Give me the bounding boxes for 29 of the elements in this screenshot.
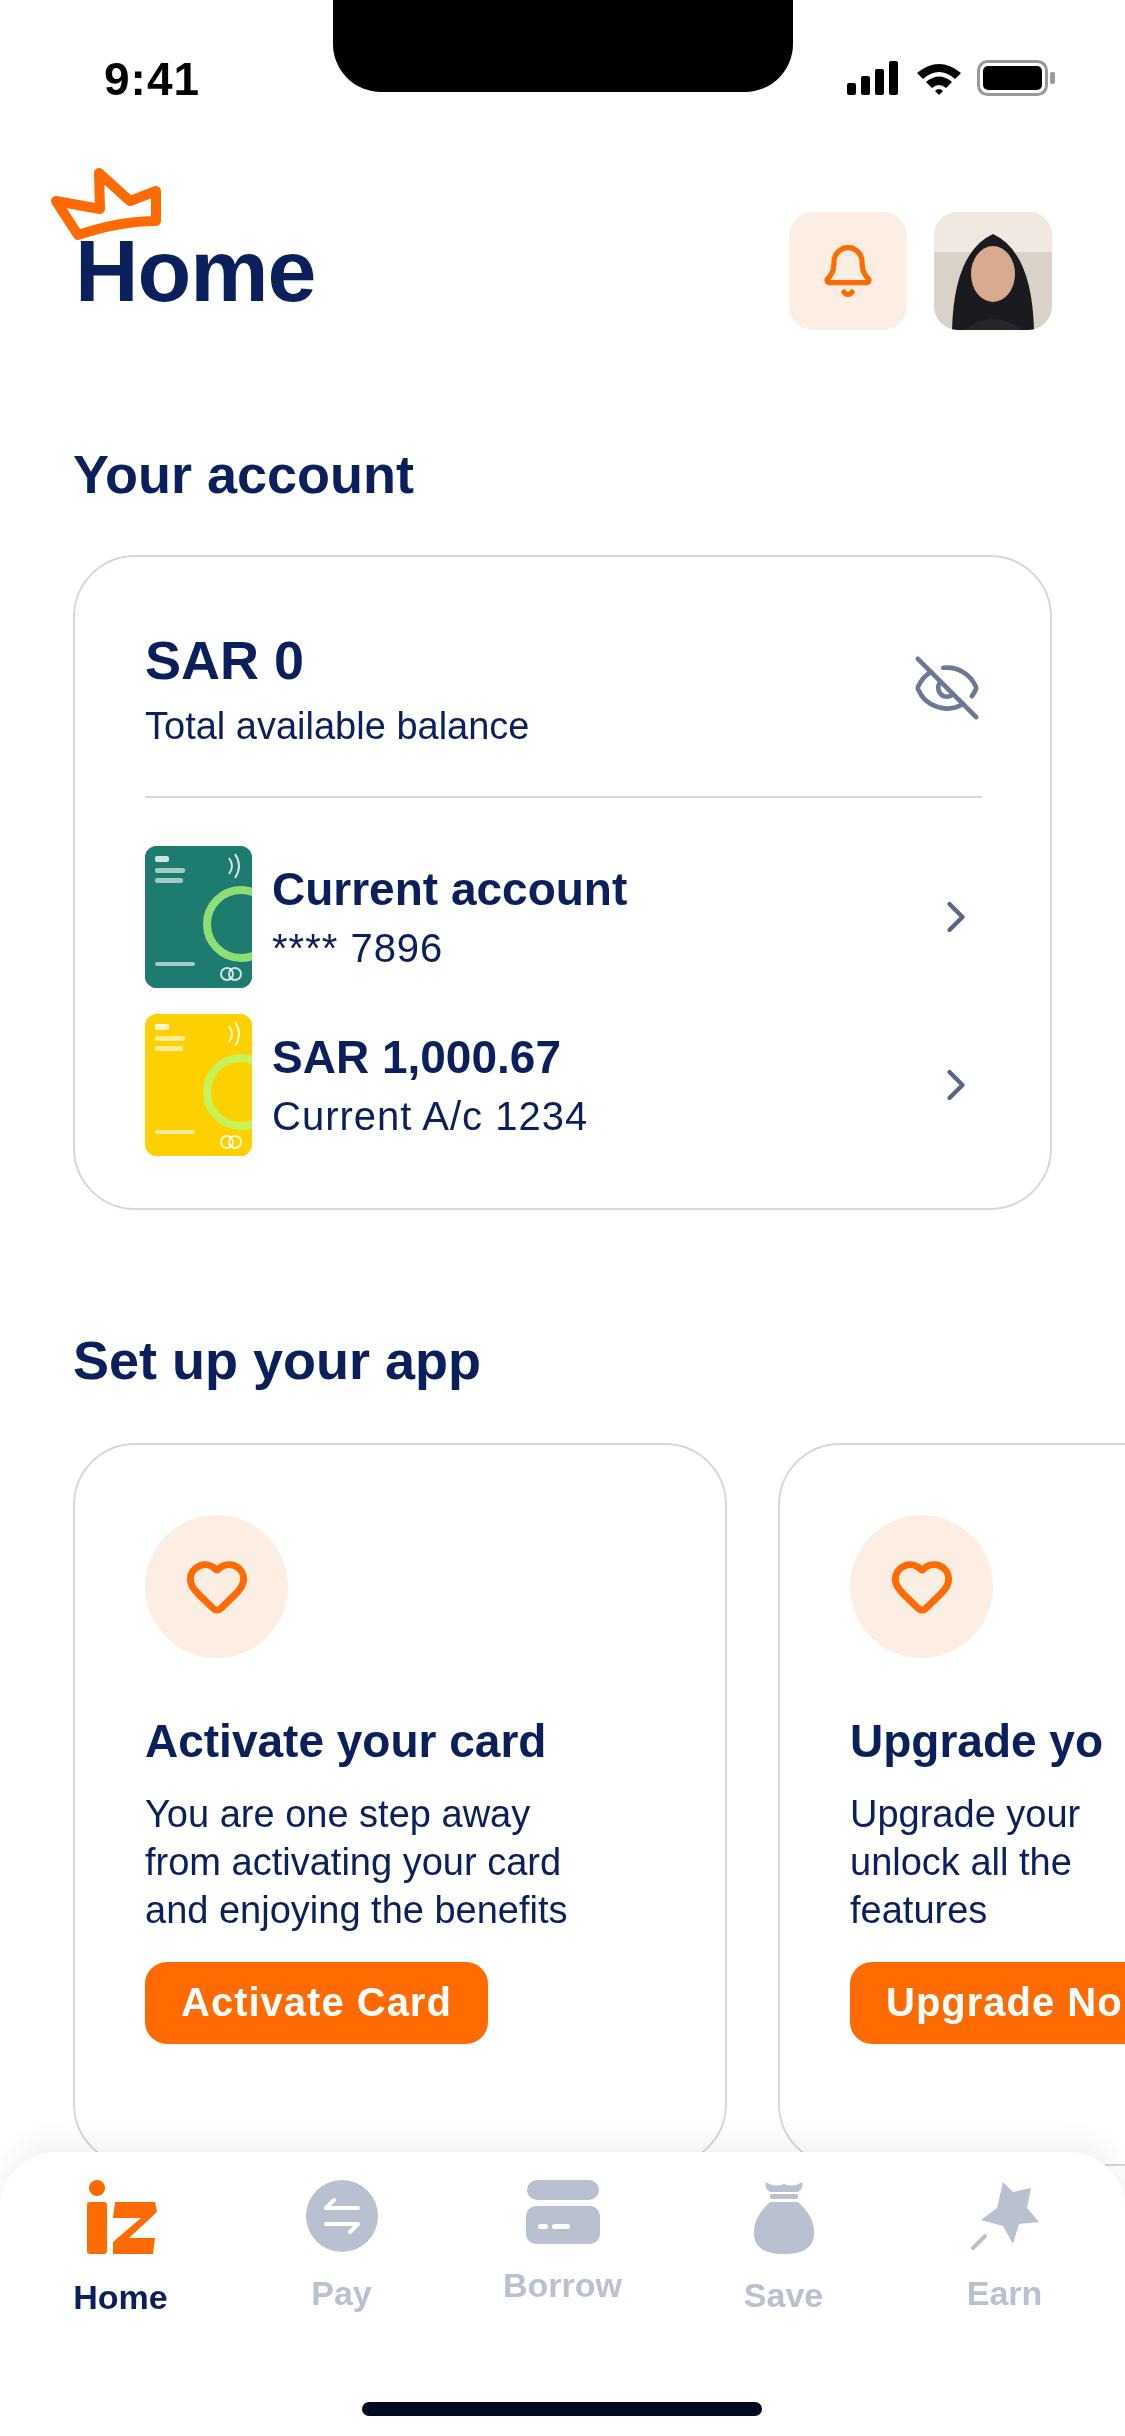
wifi-icon xyxy=(915,61,963,95)
balance-amount: SAR 0 xyxy=(145,628,306,691)
setup-card-title: Upgrade yo xyxy=(850,1713,1105,1768)
account-subtitle: Current A/c 1234 xyxy=(272,1094,590,1140)
tab-item[interactable]: Save xyxy=(673,2180,894,2330)
setup-card-text: Upgrade your unlock all the features xyxy=(850,1791,1082,1933)
setup-action-button[interactable]: Activate Card xyxy=(145,1961,488,2044)
signal-icon xyxy=(847,61,901,95)
account-subtitle: **** 7896 xyxy=(272,926,445,972)
account-title: SAR 1,000.67 xyxy=(272,1030,562,1085)
money-bag-icon xyxy=(751,2180,816,2254)
setup-card-text: You are one step away from activating your card and enjoying the benefits xyxy=(145,1791,569,1933)
setup-card-title: Activate your card xyxy=(145,1713,548,1768)
section-title: Your account xyxy=(73,443,416,506)
status-time: 9:41 xyxy=(104,52,201,106)
tab-item[interactable]: Home xyxy=(10,2180,231,2330)
battery-icon xyxy=(977,60,1057,96)
notifications-button[interactable] xyxy=(789,212,907,330)
account-title: Current account xyxy=(272,862,629,917)
card-icon xyxy=(525,2180,600,2244)
transfer-icon xyxy=(305,2180,378,2252)
section-title: Set up your app xyxy=(73,1328,483,1392)
tab-item[interactable]: Borrow xyxy=(452,2180,673,2330)
star-icon xyxy=(968,2180,1041,2252)
tab-item[interactable]: Earn xyxy=(894,2180,1115,2330)
tab-item[interactable]: Pay xyxy=(231,2180,452,2330)
setup-action-button[interactable]: Upgrade No xyxy=(850,1961,1125,2044)
page-title: Home xyxy=(75,227,316,315)
balance-label: Total available balance xyxy=(145,704,530,748)
